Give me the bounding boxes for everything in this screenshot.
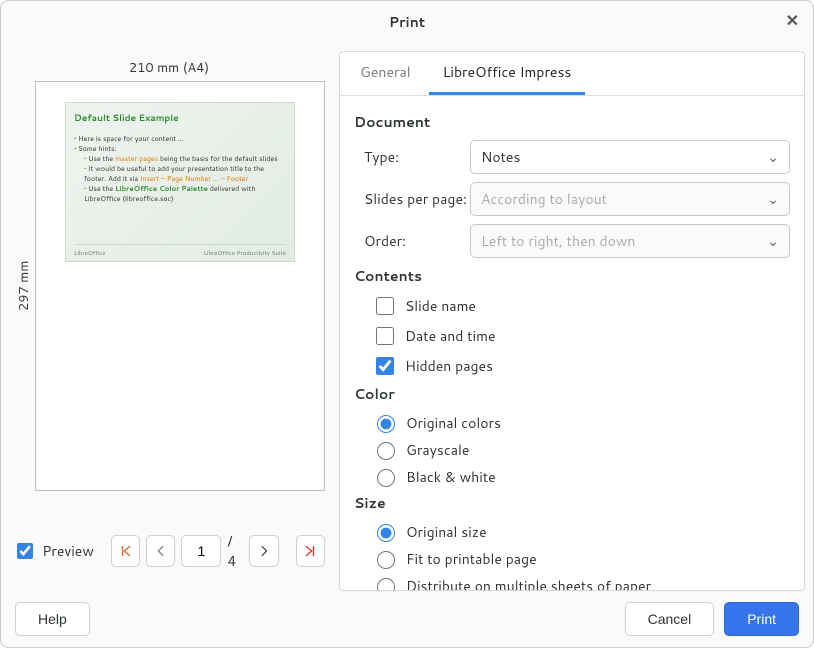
slide-line: Some hints: xyxy=(74,144,286,154)
chevron-left-icon xyxy=(154,544,168,558)
slides-per-page-select: According to layout ⌄ xyxy=(470,182,790,216)
slide-title: Default Slide Example xyxy=(74,111,286,124)
type-label: Type: xyxy=(354,147,470,167)
type-select-value: Notes xyxy=(481,147,520,167)
slide-name-checkbox[interactable] xyxy=(376,297,394,315)
preview-checkbox[interactable] xyxy=(17,542,33,560)
slide-footer-right: LibreOffice Productivity Suite xyxy=(204,248,286,257)
color-original-label: Original colors xyxy=(406,413,501,433)
color-grayscale-label: Grayscale xyxy=(406,440,469,460)
size-original-label: Original size xyxy=(406,522,487,542)
preview-pane: 210 mm (A4) 297 mm Default Slide Example… xyxy=(9,51,329,591)
slide-line: Use the LibreOffice Color Palette delive… xyxy=(84,184,286,204)
prev-page-button[interactable] xyxy=(146,535,175,567)
order-label: Order: xyxy=(354,231,470,251)
order-select: Left to right, then down ⌄ xyxy=(470,224,790,258)
slide-line: Here is space for your content ... xyxy=(74,134,286,144)
paper-height-label: 297 mm xyxy=(13,81,35,491)
chevron-down-icon: ⌄ xyxy=(767,231,779,251)
cancel-button[interactable]: Cancel xyxy=(625,602,715,636)
size-distribute-radio[interactable] xyxy=(377,578,395,590)
hidden-pages-label: Hidden pages xyxy=(405,356,493,376)
slide-footer-left: LibreOffice xyxy=(74,248,105,257)
page-total-label: / 4 xyxy=(227,531,243,571)
slides-per-page-label: Slides per page: xyxy=(354,189,470,209)
color-original-radio[interactable] xyxy=(377,415,395,433)
slide-thumbnail: Default Slide Example Here is space for … xyxy=(65,102,295,262)
size-fit-label: Fit to printable page xyxy=(406,549,537,569)
type-select[interactable]: Notes ⌄ xyxy=(470,140,790,174)
slide-name-label: Slide name xyxy=(405,296,476,316)
hidden-pages-checkbox[interactable] xyxy=(376,357,394,375)
tab-body: Document Type: Notes ⌄ Slides per page: … xyxy=(340,96,804,590)
document-heading: Document xyxy=(354,112,790,132)
chevron-down-icon: ⌄ xyxy=(767,189,779,209)
window-title: Print xyxy=(389,12,425,32)
size-heading: Size xyxy=(354,493,790,513)
chevron-right-icon xyxy=(257,544,271,558)
color-bw-label: Black & white xyxy=(406,467,496,487)
dialog-content: 210 mm (A4) 297 mm Default Slide Example… xyxy=(1,43,813,591)
slide-line: Use the master pages being the basis for… xyxy=(84,154,286,164)
date-time-checkbox[interactable] xyxy=(376,327,394,345)
size-distribute-label: Distribute on multiple sheets of paper xyxy=(406,576,651,591)
help-button[interactable]: Help xyxy=(15,602,90,636)
date-time-label: Date and time xyxy=(405,326,496,346)
order-value: Left to right, then down xyxy=(481,231,635,251)
last-page-icon xyxy=(303,544,317,558)
slides-per-page-value: According to layout xyxy=(481,189,607,209)
first-page-icon xyxy=(119,544,133,558)
titlebar: Print ✕ xyxy=(1,1,813,43)
first-page-button[interactable] xyxy=(111,535,140,567)
size-fit-radio[interactable] xyxy=(377,551,395,569)
size-original-radio[interactable] xyxy=(377,524,395,542)
print-dialog: Print ✕ 210 mm (A4) 297 mm Default Slide… xyxy=(0,0,814,648)
color-heading: Color xyxy=(354,384,790,404)
tab-bar: General LibreOffice Impress xyxy=(340,52,804,96)
last-page-button[interactable] xyxy=(296,535,325,567)
next-page-button[interactable] xyxy=(249,535,278,567)
slide-line: It would be useful to add your presentat… xyxy=(84,164,286,184)
tab-impress[interactable]: LibreOffice Impress xyxy=(429,52,586,95)
preview-controls: Preview / 4 xyxy=(13,531,325,571)
dialog-footer: Help Cancel Print xyxy=(1,591,813,647)
contents-heading: Contents xyxy=(354,266,790,286)
tab-general[interactable]: General xyxy=(346,52,425,95)
paper-width-label: 210 mm (A4) xyxy=(13,59,325,81)
color-grayscale-radio[interactable] xyxy=(377,442,395,460)
preview-checkbox-label: Preview xyxy=(42,541,94,561)
close-icon[interactable]: ✕ xyxy=(786,13,799,29)
slide-footer: LibreOffice LibreOffice Productivity Sui… xyxy=(74,244,286,257)
chevron-down-icon: ⌄ xyxy=(767,147,779,167)
page-number-input[interactable] xyxy=(181,535,221,567)
print-button[interactable]: Print xyxy=(724,602,799,636)
paper-preview: Default Slide Example Here is space for … xyxy=(35,81,325,491)
paper-wrap: 297 mm Default Slide Example Here is spa… xyxy=(13,81,325,491)
settings-pane: General LibreOffice Impress Document Typ… xyxy=(339,51,805,591)
color-bw-radio[interactable] xyxy=(377,469,395,487)
